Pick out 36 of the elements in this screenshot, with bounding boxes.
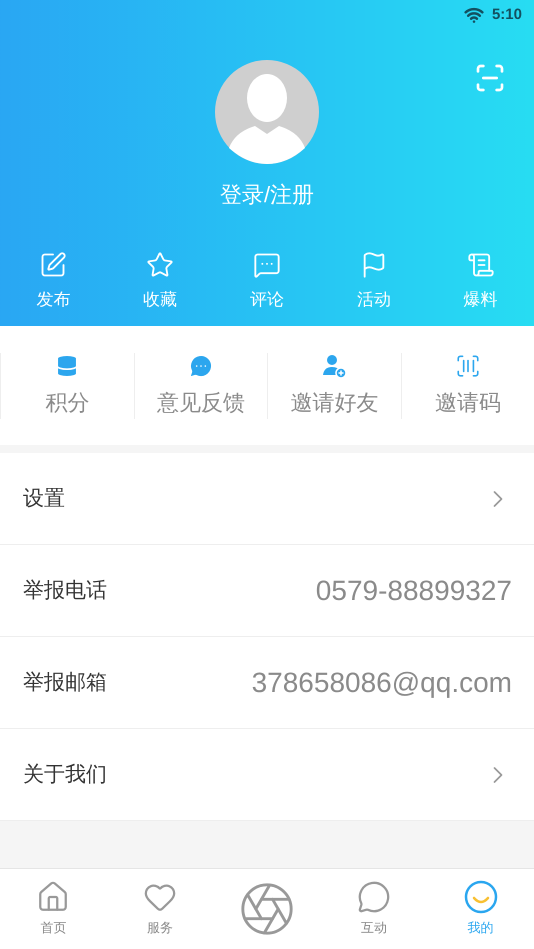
tab-button[interactable]: 首页 xyxy=(0,880,107,938)
menu-label: 关于我们 xyxy=(23,762,107,788)
action-button[interactable]: 发布 xyxy=(0,250,107,312)
shortcut-button[interactable]: 邀请码 xyxy=(400,352,534,418)
chat-icon xyxy=(356,880,391,914)
shortcut-button[interactable]: 积分 xyxy=(0,352,134,418)
action-button[interactable]: 收藏 xyxy=(106,250,214,312)
avatar-icon[interactable] xyxy=(215,60,319,164)
menu-row[interactable]: 举报电话 0579-88899327 xyxy=(0,545,534,637)
wifi-icon xyxy=(464,5,484,25)
scan-icon[interactable] xyxy=(474,62,506,94)
action-button[interactable]: 爆料 xyxy=(427,250,534,312)
star-icon xyxy=(146,250,174,278)
scan-code-icon xyxy=(454,352,481,378)
shortcut-button[interactable]: 意见反馈 xyxy=(134,352,267,418)
menu-row[interactable]: 举报邮箱 378658086@qq.com xyxy=(0,637,534,729)
tab-button[interactable]: 我的 xyxy=(427,880,534,938)
tab-button[interactable]: 互动 xyxy=(320,880,428,938)
edit-icon xyxy=(39,250,68,278)
add-user-icon xyxy=(321,352,348,378)
menu-value: 378658086@qq.com xyxy=(252,666,512,700)
smile-icon xyxy=(464,880,498,914)
shortcut-button[interactable]: 邀请好友 xyxy=(267,352,400,418)
action-button[interactable]: 活动 xyxy=(320,250,428,312)
menu-row[interactable]: 关于我们 xyxy=(0,729,534,821)
menu-label: 设置 xyxy=(23,486,65,512)
status-time: 5:10 xyxy=(492,4,522,25)
menu-value: 0579-88899327 xyxy=(316,574,512,608)
menu-label: 举报邮箱 xyxy=(23,670,107,696)
comment-icon xyxy=(252,250,281,278)
menu-row[interactable]: 设置 xyxy=(0,453,534,545)
action-button[interactable]: 评论 xyxy=(214,250,320,312)
tab-button[interactable]: 服务 xyxy=(106,880,214,938)
login-link[interactable]: 登录/注册 xyxy=(220,178,314,211)
document-icon xyxy=(466,250,495,278)
menu-label: 举报电话 xyxy=(23,578,107,604)
